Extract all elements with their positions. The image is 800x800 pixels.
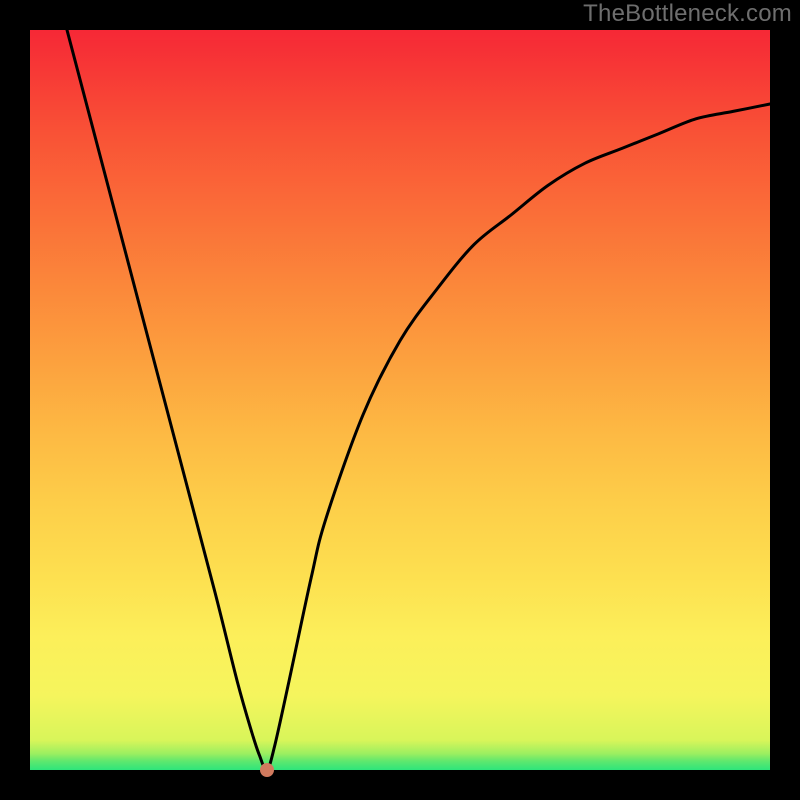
plot-area xyxy=(30,30,770,770)
curve-svg xyxy=(30,30,770,770)
bottleneck-curve-path xyxy=(67,30,770,770)
watermark-text: TheBottleneck.com xyxy=(583,0,792,28)
chart-frame: TheBottleneck.com xyxy=(0,0,800,800)
minimum-marker xyxy=(260,763,274,777)
